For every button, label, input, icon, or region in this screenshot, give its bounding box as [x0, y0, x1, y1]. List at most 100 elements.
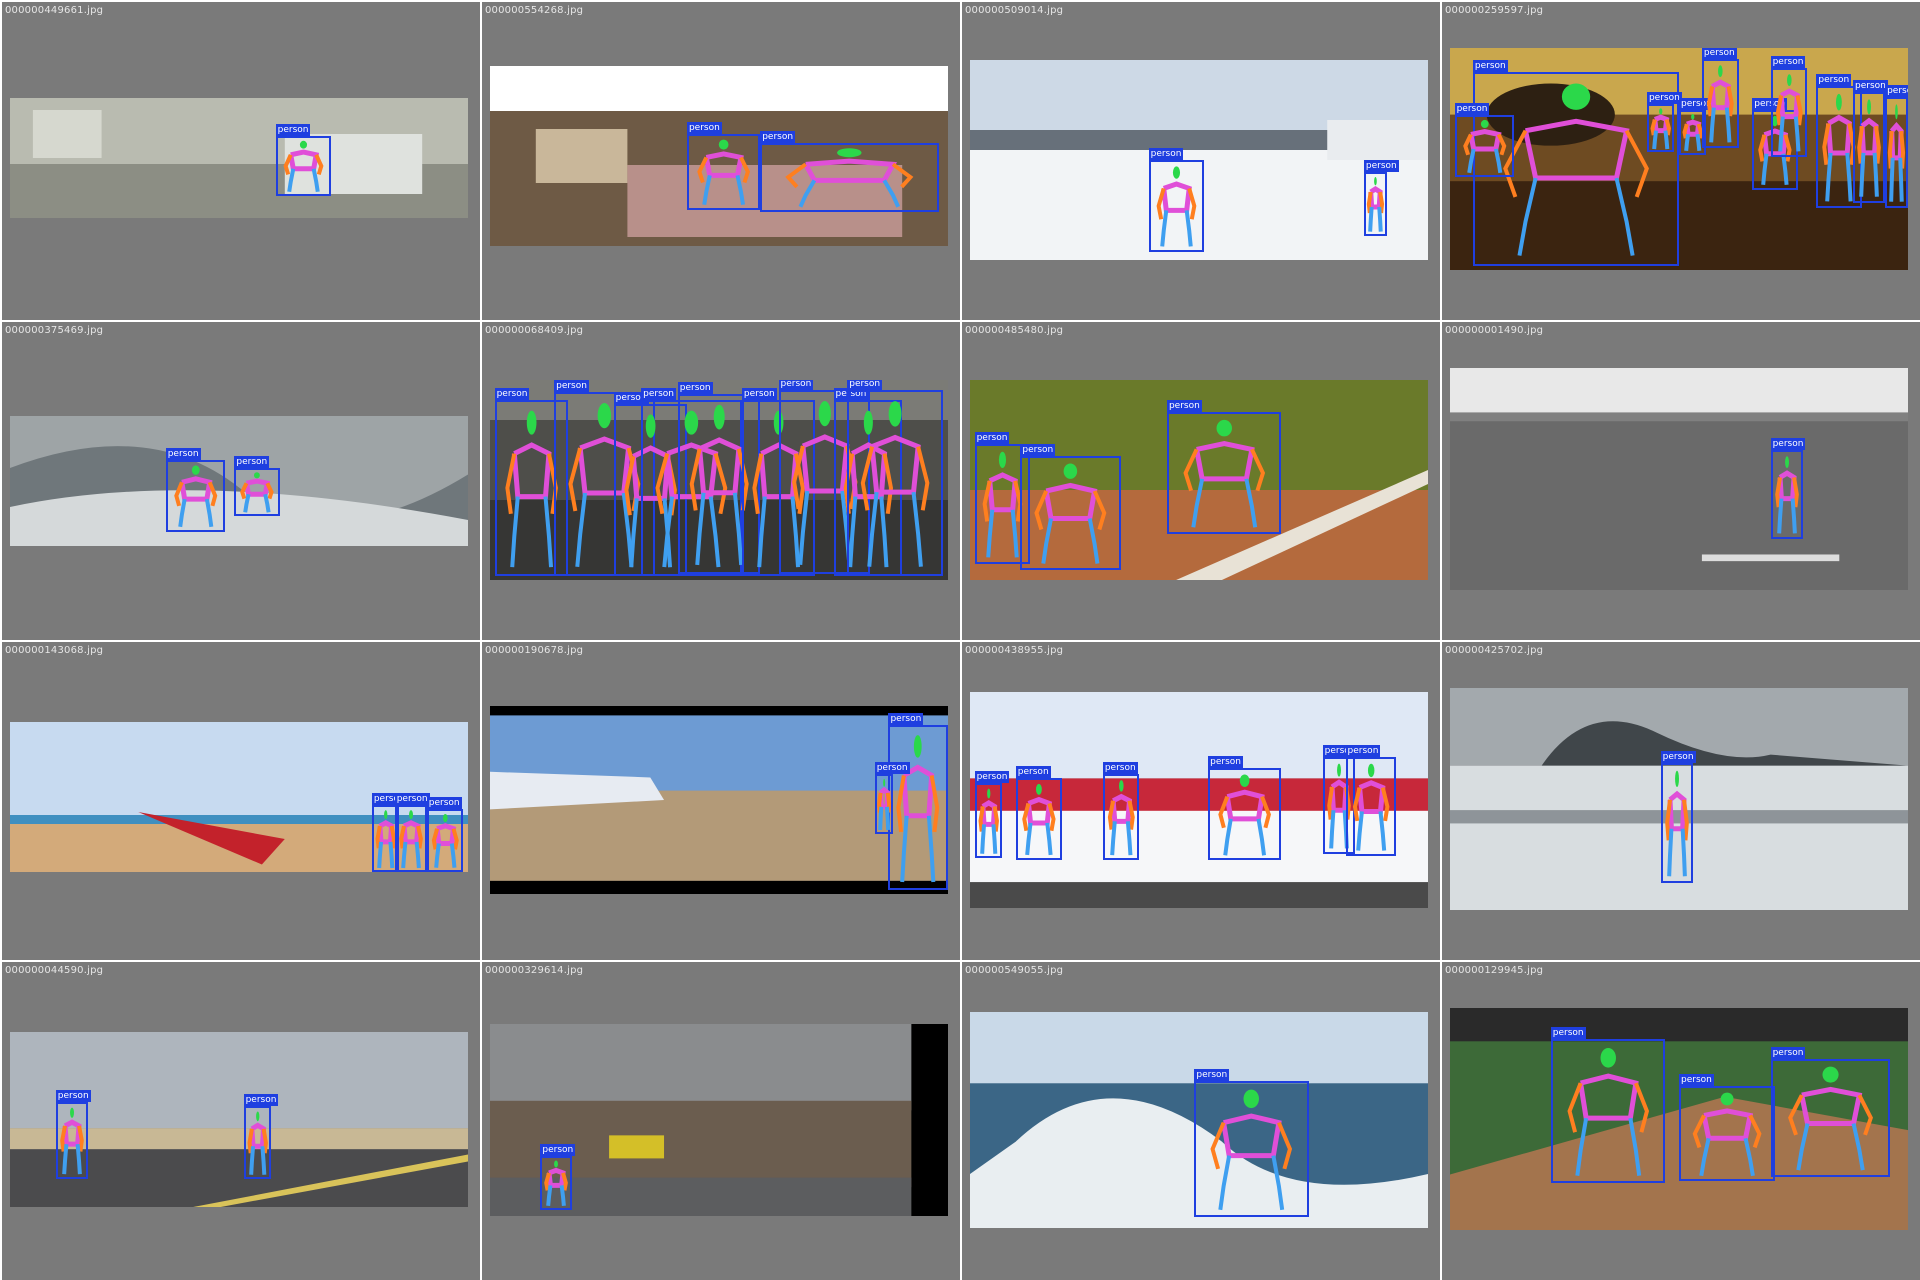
pose-skeleton [890, 734, 946, 888]
detection-label: person [1646, 91, 1682, 104]
pose-skeleton [762, 148, 937, 209]
pose-skeleton [1348, 763, 1394, 854]
grid-cell[interactable]: 000000001490.jpg person [1442, 322, 1920, 640]
pose-skeleton [1773, 456, 1801, 537]
person-bounding-box: person [1208, 755, 1282, 861]
pose-skeleton [246, 1110, 269, 1178]
pose-skeleton [1151, 166, 1202, 250]
pose-skeleton [977, 788, 1000, 857]
person-bounding-box: person [1770, 438, 1806, 539]
detection-label: person [1701, 48, 1737, 60]
detection-label: person [760, 131, 796, 144]
image-filename: 000000549055.jpg [965, 965, 1064, 976]
detection-label: person [494, 388, 530, 400]
annotated-photo: person person person [970, 380, 1428, 580]
image-filename: 000000329614.jpg [485, 965, 584, 976]
person-bounding-box: person [540, 1144, 576, 1211]
grid-cell[interactable]: 000000143068.jpg person person person [2, 642, 480, 960]
grid-cell[interactable]: 000000554268.jpg person person [482, 2, 960, 320]
image-filename: 000000129945.jpg [1445, 965, 1544, 976]
pose-skeleton [1663, 771, 1691, 881]
person-bounding-box: person [686, 122, 761, 210]
pose-skeleton [1366, 177, 1385, 234]
grid-cell[interactable]: 000000449661.jpg person [2, 2, 480, 320]
detection-label: person [1550, 1027, 1586, 1040]
grid-cell[interactable]: 000000044590.jpg person person [2, 962, 480, 1280]
person-bounding-box: person [760, 131, 939, 212]
detection-label: person [974, 432, 1010, 444]
annotated-photo: person person [10, 1032, 468, 1207]
detection-label: person [1816, 73, 1852, 86]
pose-skeleton [168, 465, 224, 530]
detection-label: person [1345, 744, 1381, 757]
grid-cell[interactable]: 000000485480.jpg person person person [962, 322, 1440, 640]
detection-label: person [426, 797, 462, 809]
person-bounding-box: person [1148, 148, 1204, 252]
grid-cell[interactable]: 000000425702.jpg person [1442, 642, 1920, 960]
detection-label: person [1454, 102, 1490, 115]
image-filename: 000000259597.jpg [1445, 5, 1544, 16]
annotated-photo: person person person [1450, 1008, 1908, 1230]
detection-label: person [1363, 160, 1399, 172]
detection-label: person [686, 122, 722, 135]
annotated-photo: person [1450, 368, 1908, 590]
grid-cell[interactable]: 000000375469.jpg person person [2, 322, 480, 640]
pose-skeleton [1210, 774, 1279, 859]
pose-skeleton [1018, 784, 1060, 858]
annotated-photo: person person [490, 66, 948, 246]
person-bounding-box: person [55, 1090, 91, 1179]
person-bounding-box: person [1770, 55, 1808, 157]
grid-cell[interactable]: 000000438955.jpg person person person person… [962, 642, 1440, 960]
image-filename: 000000509014.jpg [965, 5, 1064, 16]
detection-label: person [1208, 755, 1244, 768]
image-filename: 000000449661.jpg [5, 5, 104, 16]
person-bounding-box: person [1020, 444, 1122, 570]
grid-cell[interactable]: 000000068409.jpg person person person person… [482, 322, 960, 640]
person-bounding-box: person [974, 770, 1010, 859]
image-filename: 000000438955.jpg [965, 645, 1064, 656]
pose-skeleton [58, 1107, 86, 1177]
detection-label: person [55, 1090, 91, 1102]
pose-skeleton [278, 141, 329, 194]
detection-label: person [243, 1093, 279, 1106]
annotated-photo: person person [970, 60, 1428, 260]
pose-skeleton [542, 1160, 570, 1208]
detection-label: person [778, 380, 814, 390]
detection-label: person [1885, 84, 1908, 97]
detection-label: person [1660, 751, 1696, 764]
detection-label: person [165, 448, 201, 461]
pose-skeleton [1105, 780, 1138, 858]
pose-skeleton [429, 813, 462, 870]
detection-label: person [1770, 438, 1806, 451]
pose-skeleton [1773, 1066, 1888, 1175]
annotated-photo: person person person [10, 722, 468, 872]
detection-label: person [847, 380, 883, 390]
detection-label: person [1015, 766, 1051, 779]
image-grid: 000000449661.jpg person 000000554268.jpg pe… [0, 0, 1920, 1280]
annotated-photo: person person person person person person pers… [490, 380, 948, 580]
grid-cell[interactable]: 000000509014.jpg person person [962, 2, 1440, 320]
person-bounding-box: person [1102, 762, 1140, 861]
annotated-photo: person person person person person person pers… [1450, 48, 1908, 270]
pose-skeleton [1681, 1092, 1773, 1179]
grid-cell[interactable]: 000000190678.jpg person person [482, 642, 960, 960]
detection-label: person [1148, 148, 1184, 160]
person-bounding-box: person [1550, 1027, 1666, 1184]
grid-cell[interactable]: 000000129945.jpg person person person [1442, 962, 1920, 1280]
grid-cell[interactable]: 000000259597.jpg person person person person… [1442, 2, 1920, 320]
image-filename: 000000001490.jpg [1445, 325, 1544, 336]
pose-skeleton [1553, 1048, 1664, 1181]
person-bounding-box: person [874, 761, 910, 834]
detection-label: person [974, 770, 1010, 783]
image-filename: 000000190678.jpg [485, 645, 584, 656]
detection-label: person [234, 456, 270, 468]
grid-cell[interactable]: 000000329614.jpg person [482, 962, 960, 1280]
annotated-photo: person [1450, 688, 1908, 910]
detection-label: person [1770, 55, 1806, 68]
grid-cell[interactable]: 000000549055.jpg person [962, 962, 1440, 1280]
pose-skeleton [397, 809, 425, 871]
person-bounding-box: person [888, 712, 948, 891]
person-bounding-box: person [1770, 1047, 1890, 1177]
detection-label: person [394, 792, 430, 805]
annotated-photo: person person [10, 416, 468, 546]
